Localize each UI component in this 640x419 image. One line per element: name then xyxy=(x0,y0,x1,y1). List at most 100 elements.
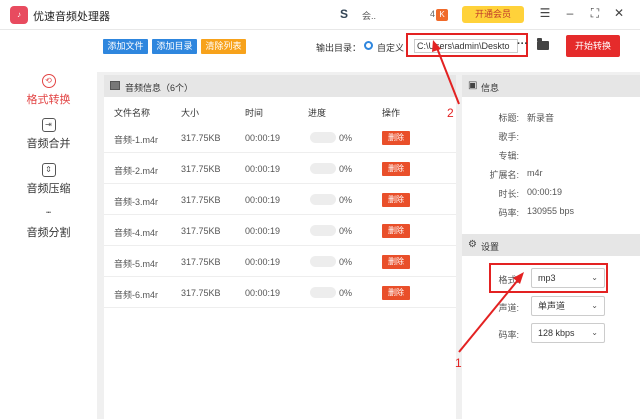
folder-icon[interactable] xyxy=(537,38,549,50)
toolbar: 添加文件 添加目录 清除列表 输出目录： 自定义 C:\Users\admin\… xyxy=(97,30,640,72)
settings-title: 设置 xyxy=(481,242,500,252)
progress-bar xyxy=(310,225,336,236)
file-name-cell: 音频-1.m4r xyxy=(114,135,159,145)
table-row[interactable]: 音频-1.m4r 317.75KB 00:00:19 0% 删除 xyxy=(104,123,456,153)
column-header-time: 时间 xyxy=(245,108,264,118)
file-name-cell: 音频-2.m4r xyxy=(114,166,159,176)
output-dir-label: 输出目录： xyxy=(316,43,362,53)
vip-button[interactable]: 开通会员 xyxy=(462,6,524,23)
delete-button[interactable]: 删除 xyxy=(382,255,410,269)
maximize-icon[interactable]: ⛶ xyxy=(587,6,603,21)
clear-list-button[interactable]: 清除列表 xyxy=(201,39,246,54)
table-row[interactable]: 音频-3.m4r 317.75KB 00:00:19 0% 删除 xyxy=(104,185,456,215)
table-row[interactable]: 音频-5.m4r 317.75KB 00:00:19 0% 删除 xyxy=(104,247,456,277)
add-folder-button[interactable]: 添加目录 xyxy=(152,39,197,54)
annotation-number-2: 2 xyxy=(447,106,454,120)
sidebar-item-format-convert[interactable]: ⟲ 格式转换 xyxy=(0,74,97,107)
file-size-cell: 317.75KB xyxy=(181,226,221,236)
file-list-header: 音频信息（6个） xyxy=(104,75,456,97)
output-path-highlight: C:\Users\admin\Deskto xyxy=(406,33,528,57)
title-bar: ♪ 优速音频处理器 S 会.. 4 K 开通会员 ☰ – ⛶ ✕ xyxy=(0,0,640,30)
bitrate-label: 码率: xyxy=(498,330,519,340)
add-file-button[interactable]: 添加文件 xyxy=(103,39,148,54)
progress-text: 0% xyxy=(339,164,353,174)
channel-select[interactable]: 单声道 ⌄ xyxy=(531,296,605,316)
coin-count: 4 xyxy=(430,9,436,19)
file-size-cell: 317.75KB xyxy=(181,288,221,298)
format-highlight-box xyxy=(489,263,608,293)
bitrate-select-value: 128 kbps xyxy=(538,328,575,338)
file-time-cell: 00:00:19 xyxy=(245,226,281,236)
info-field-value: 新录音 xyxy=(527,113,555,123)
info-title: 信息 xyxy=(481,83,500,93)
gear-icon: ⚙ xyxy=(468,239,477,250)
file-size-cell: 317.75KB xyxy=(181,133,221,143)
annotation-number-1: 1 xyxy=(455,356,462,370)
column-header-name: 文件名称 xyxy=(114,108,151,118)
browse-more-button[interactable]: ··· xyxy=(517,38,528,50)
channel-label: 声道: xyxy=(498,303,519,313)
file-size-cell: 317.75KB xyxy=(181,164,221,174)
table-row[interactable]: 音频-2.m4r 317.75KB 00:00:19 0% 删除 xyxy=(104,154,456,184)
file-time-cell: 00:00:19 xyxy=(245,195,281,205)
refresh-icon: ⟲ xyxy=(41,74,56,88)
split-icon: ┅ xyxy=(46,208,51,217)
menu-icon[interactable]: ☰ xyxy=(537,6,553,20)
progress-text: 0% xyxy=(339,195,353,205)
info-icon: ▣ xyxy=(468,80,478,91)
settings-header: ⚙ 设置 xyxy=(462,234,640,256)
minimize-icon[interactable]: – xyxy=(562,6,578,20)
brand-s-icon[interactable]: S xyxy=(340,7,348,21)
k-badge-icon[interactable]: K xyxy=(436,9,448,21)
progress-text: 0% xyxy=(339,257,353,267)
progress-bar xyxy=(310,132,336,143)
sidebar-item-audio-split[interactable]: ┅ 音频分割 xyxy=(0,207,97,240)
delete-button[interactable]: 删除 xyxy=(382,286,410,300)
file-time-cell: 00:00:19 xyxy=(245,257,281,267)
column-header-progress: 进度 xyxy=(308,108,327,118)
info-field-value: m4r xyxy=(527,168,543,178)
output-path-input[interactable]: C:\Users\admin\Deskto xyxy=(414,39,518,53)
info-field-label: 标题: xyxy=(498,113,519,123)
start-convert-button[interactable]: 开始转换 xyxy=(566,35,620,57)
right-panel: ▣ 信息 标题: 新录音 歌手: 专辑: 扩展名: m4r 时长: 00:00:19 码率: 13… xyxy=(462,75,640,419)
progress-bar xyxy=(310,256,336,267)
info-field-label: 时长: xyxy=(498,189,519,199)
bitrate-select[interactable]: 128 kbps ⌄ xyxy=(531,323,605,343)
channel-select-value: 单声道 xyxy=(538,301,566,311)
file-list-title: 音频信息（6个） xyxy=(125,83,194,93)
delete-button[interactable]: 删除 xyxy=(382,224,410,238)
delete-button[interactable]: 删除 xyxy=(382,162,410,176)
sidebar-item-label: 音频分割 xyxy=(26,227,71,239)
app-logo-icon: ♪ xyxy=(10,6,28,24)
delete-button[interactable]: 删除 xyxy=(382,131,410,145)
info-field-value: 130955 bps xyxy=(527,206,575,216)
progress-bar xyxy=(310,287,336,298)
info-field-label: 歌手: xyxy=(498,132,519,142)
sidebar: ⟲ 格式转换 ⇥ 音频合并 ⇕ 音频压缩 ┅ 音频分割 xyxy=(0,30,97,419)
info-header: ▣ 信息 xyxy=(462,75,640,97)
chevron-down-icon: ⌄ xyxy=(591,328,598,337)
info-field-label: 码率: xyxy=(498,208,519,218)
file-time-cell: 00:00:19 xyxy=(245,164,281,174)
column-header-action: 操作 xyxy=(382,108,401,118)
close-icon[interactable]: ✕ xyxy=(611,6,627,20)
delete-button[interactable]: 删除 xyxy=(382,193,410,207)
merge-icon: ⇥ xyxy=(41,118,56,132)
progress-text: 0% xyxy=(339,133,353,143)
custom-radio[interactable] xyxy=(364,41,373,50)
info-field-value: 00:00:19 xyxy=(527,187,563,197)
custom-radio-label: 自定义 xyxy=(377,43,405,53)
file-list-panel: 音频信息（6个） 文件名称 大小 时间 进度 操作 音频-1.m4r 317.75… xyxy=(104,75,456,419)
progress-text: 0% xyxy=(339,288,353,298)
image-icon xyxy=(110,81,120,90)
file-name-cell: 音频-5.m4r xyxy=(114,259,159,269)
sidebar-item-label: 格式转换 xyxy=(26,94,71,106)
sidebar-item-label: 音频压缩 xyxy=(26,183,71,195)
table-row[interactable]: 音频-6.m4r 317.75KB 00:00:19 0% 删除 xyxy=(104,278,456,308)
table-row[interactable]: 音频-4.m4r 317.75KB 00:00:19 0% 删除 xyxy=(104,216,456,246)
user-name[interactable]: 会.. xyxy=(362,9,376,22)
sidebar-item-audio-merge[interactable]: ⇥ 音频合并 xyxy=(0,118,97,151)
sidebar-item-audio-compress[interactable]: ⇕ 音频压缩 xyxy=(0,163,97,196)
sidebar-item-label: 音频合并 xyxy=(26,138,71,150)
